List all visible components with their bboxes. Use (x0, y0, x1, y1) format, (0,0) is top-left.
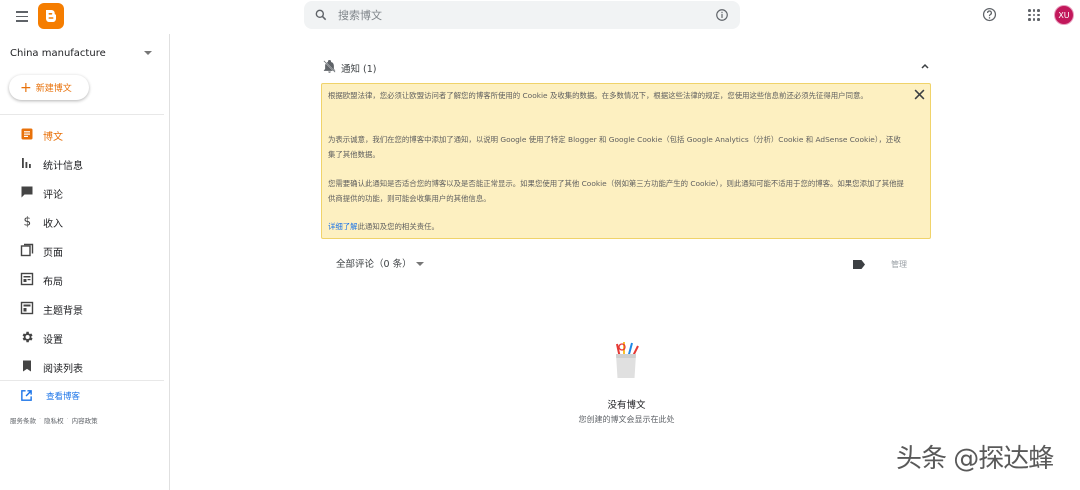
view-blog-link[interactable]: 查看博客 (0, 386, 164, 406)
apps-grid-icon[interactable] (1028, 9, 1040, 21)
cookie-notice: 根据欧盟法律，您必须让欧盟访问者了解您的博客所使用的 Cookie 及收集的数据… (321, 83, 931, 239)
sidebar-item-label: 主题背景 (43, 306, 83, 317)
notice-header[interactable]: 通知 (1) (322, 58, 932, 76)
sidebar: China manufacture + 新建博文 博文 统计信息 评论 $ 收入… (0, 34, 170, 490)
empty-state-subtitle: 您创建的博文会显示在此处 (578, 415, 675, 424)
sidebar-item-label: 博文 (43, 132, 63, 143)
notice-title: 通知 (1) (341, 64, 377, 75)
hamburger-menu-icon[interactable] (12, 6, 32, 26)
sidebar-item-theme[interactable]: 主题背景 (0, 295, 164, 321)
divider (0, 380, 164, 381)
sidebar-item-label: 阅读列表 (43, 364, 83, 375)
label-icon[interactable] (852, 259, 866, 270)
chevron-down-icon[interactable] (416, 262, 424, 266)
theme-icon (20, 301, 34, 315)
search-input[interactable] (338, 5, 698, 25)
blog-selector[interactable]: China manufacture (10, 48, 106, 59)
sidebar-item-label: 评论 (43, 190, 63, 201)
posts-icon (21, 128, 33, 140)
sidebar-item-label: 统计信息 (43, 161, 83, 172)
notice-paragraph: 为表示诚意，我们在您的博客中添加了通知，以说明 Google 使用了特定 Blo… (328, 135, 901, 159)
search-icon[interactable] (314, 8, 328, 22)
chevron-down-icon[interactable] (144, 51, 152, 55)
sidebar-item-reading-list[interactable]: 阅读列表 (0, 353, 164, 379)
sidebar-item-label: 设置 (43, 335, 63, 346)
learn-more-link[interactable]: 详细了解 (328, 222, 358, 231)
manage-button[interactable]: 管理 (891, 259, 907, 270)
stats-icon (22, 158, 31, 168)
learn-more-text: 此通知及您的相关责任。 (357, 222, 439, 231)
sidebar-item-posts[interactable]: 博文 (0, 121, 164, 147)
footer-links: 服务条款 · 隐私权 · 内容政策 (10, 415, 98, 425)
sidebar-item-stats[interactable]: 统计信息 (0, 150, 164, 176)
view-blog-label: 查看博客 (46, 392, 81, 402)
pages-icon (20, 243, 34, 257)
sidebar-item-comments[interactable]: 评论 (0, 179, 164, 205)
new-post-label: 新建博文 (35, 84, 72, 94)
new-post-button[interactable]: + 新建博文 (9, 75, 89, 100)
sidebar-item-label: 收入 (43, 219, 63, 230)
sidebar-item-layout[interactable]: 布局 (0, 266, 164, 292)
notice-paragraph: 您需要确认此通知是否适合您的博客以及是否能正常显示。如果您使用了其他 Cooki… (328, 179, 904, 203)
privacy-link[interactable]: 隐私权 (44, 415, 64, 425)
empty-posts-illustration (616, 342, 639, 378)
watermark: 头条 @探达蜂 (896, 444, 1054, 474)
close-icon[interactable] (914, 89, 925, 100)
empty-state-title: 没有博文 (607, 400, 646, 411)
help-icon[interactable] (982, 7, 997, 22)
comment-filter-dropdown[interactable]: 全部评论（0 条） (336, 256, 412, 270)
search-bar[interactable] (304, 1, 740, 29)
sidebar-item-pages[interactable]: 页面 (0, 237, 164, 263)
dollar-icon: $ (24, 215, 32, 229)
content-policy-link[interactable]: 内容政策 (72, 415, 98, 425)
bell-off-icon (323, 59, 336, 73)
notice-learn-more: 详细了解此通知及您的相关责任。 (328, 220, 908, 235)
avatar[interactable]: XU (1054, 5, 1074, 25)
gear-icon (22, 331, 33, 343)
blogger-logo[interactable] (38, 3, 64, 29)
svg-text:$: $ (24, 215, 32, 229)
open-external-icon (21, 390, 32, 401)
sidebar-item-earnings[interactable]: $ 收入 (0, 208, 164, 234)
sidebar-item-label: 布局 (43, 277, 63, 288)
notice-paragraph: 根据欧盟法律，您必须让欧盟访问者了解您的博客所使用的 Cookie 及收集的数据… (328, 91, 868, 100)
terms-link[interactable]: 服务条款 (10, 415, 36, 425)
chevron-up-icon[interactable] (920, 61, 930, 71)
main-content: 通知 (1) 根据欧盟法律，您必须让欧盟访问者了解您的博客所使用的 Cookie… (170, 34, 1080, 490)
layout-icon (20, 272, 34, 286)
info-icon[interactable] (715, 8, 729, 22)
sidebar-item-settings[interactable]: 设置 (0, 324, 164, 350)
comments-icon (21, 186, 33, 198)
bookmark-icon (23, 360, 31, 372)
top-app-bar: XU (0, 0, 1080, 34)
divider (0, 114, 164, 115)
plus-icon: + (20, 79, 32, 96)
sidebar-item-label: 页面 (43, 248, 63, 259)
